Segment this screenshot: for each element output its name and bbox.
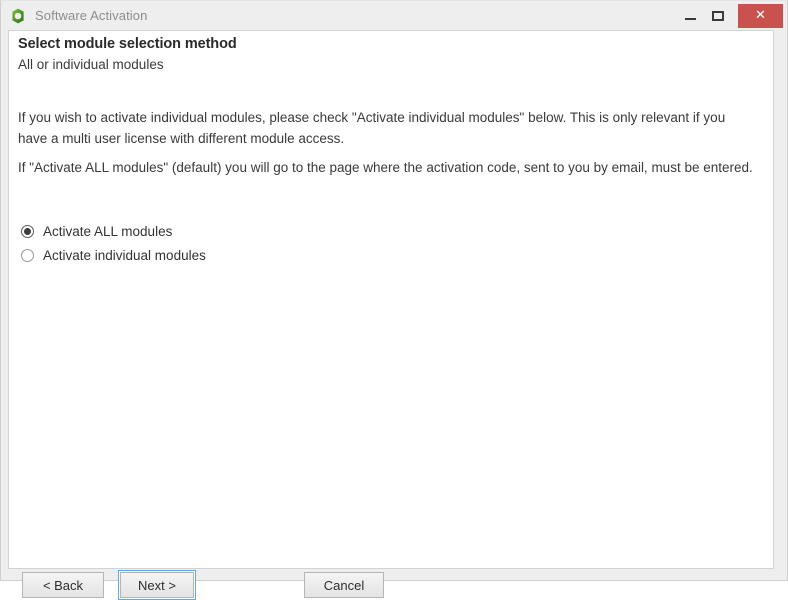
- maximize-icon: [712, 10, 724, 21]
- radio-option-activate-all[interactable]: Activate ALL modules: [21, 219, 206, 243]
- minimize-icon: [684, 17, 696, 20]
- radio-option-activate-individual[interactable]: Activate individual modules: [21, 243, 206, 267]
- description-paragraph-1: If you wish to activate individual modul…: [18, 110, 726, 146]
- next-button[interactable]: Next >: [120, 572, 194, 598]
- module-selection-radio-group: Activate ALL modules Activate individual…: [21, 219, 206, 267]
- green-ring-logo-icon: [10, 8, 26, 24]
- close-button[interactable]: ✕: [738, 3, 783, 28]
- minimize-button[interactable]: [676, 5, 704, 27]
- radio-label-activate-all: Activate ALL modules: [43, 223, 173, 239]
- close-icon: ✕: [755, 8, 766, 23]
- radio-button-icon-selected: [21, 224, 34, 238]
- page-subtitle: All or individual modules: [18, 57, 164, 72]
- window-title: Software Activation: [35, 8, 148, 23]
- window-controls: ✕: [676, 1, 787, 30]
- page-title: Select module selection method: [18, 36, 237, 52]
- description-paragraph-2: If "Activate ALL modules" (default) you …: [18, 160, 753, 175]
- maximize-button[interactable]: [704, 5, 732, 27]
- cancel-button[interactable]: Cancel: [304, 572, 384, 598]
- wizard-content-panel: Select module selection method All or in…: [8, 30, 774, 600]
- software-activation-window: Software Activation ✕ Select module sele…: [0, 0, 788, 600]
- back-button[interactable]: < Back: [22, 572, 104, 598]
- radio-button-icon-unselected: [21, 248, 34, 262]
- title-bar-left: Software Activation: [1, 8, 676, 24]
- title-bar: Software Activation ✕: [1, 1, 787, 30]
- next-button-focus-ring: Next >: [118, 570, 196, 600]
- radio-label-activate-individual: Activate individual modules: [43, 247, 206, 263]
